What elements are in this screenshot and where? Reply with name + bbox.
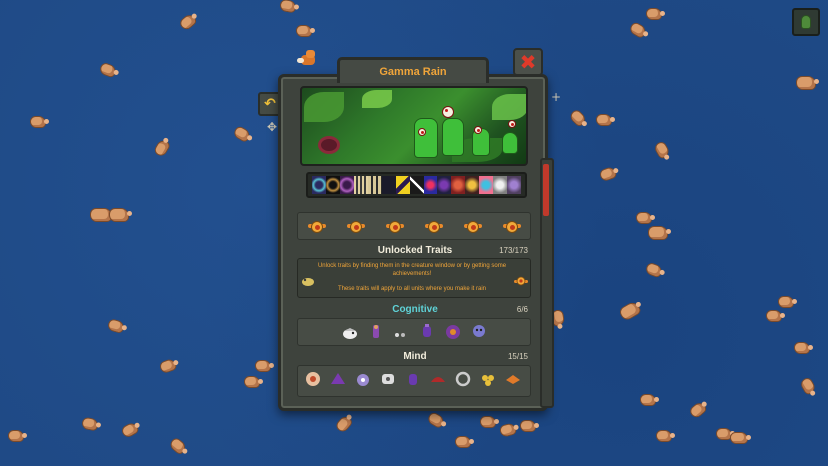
creature xyxy=(636,212,655,224)
trait-icon[interactable] xyxy=(444,322,462,340)
unlocked-traits-header: Unlocked Traits 173/173 xyxy=(300,242,530,258)
back-arrow-icon: ↶ xyxy=(264,96,276,112)
fox-decoration xyxy=(297,48,319,68)
trait-icon[interactable] xyxy=(470,322,488,340)
close-icon: ✖ xyxy=(519,50,537,74)
creature xyxy=(8,430,27,442)
unlocked-traits-count: 173/173 xyxy=(499,245,528,255)
category-count: 15/15 xyxy=(507,351,528,361)
category-title: Cognitive xyxy=(392,303,438,315)
creature xyxy=(244,376,263,388)
achievement-icon xyxy=(514,272,528,286)
trait-icon[interactable] xyxy=(454,370,472,388)
unlocked-traits-title: Unlocked Traits xyxy=(377,244,453,256)
achievement-icon[interactable] xyxy=(385,217,404,235)
achievement-icon[interactable] xyxy=(502,217,521,235)
category-title: Mind xyxy=(403,350,427,362)
creature xyxy=(796,76,819,90)
category-header-cognitive: Cognitive 6/6 xyxy=(300,301,530,317)
creature xyxy=(455,436,474,448)
trait-icon[interactable] xyxy=(341,323,359,341)
trait-icon[interactable] xyxy=(392,324,410,342)
title-tab: Gamma Rain xyxy=(337,57,489,83)
achievement-icon[interactable] xyxy=(346,217,365,235)
trait-icon[interactable] xyxy=(429,370,447,388)
achievement-icon[interactable] xyxy=(463,217,482,235)
move-icon: ✥ xyxy=(266,120,278,134)
trait-icon[interactable] xyxy=(354,370,372,388)
creature xyxy=(109,208,132,222)
add-icon: + xyxy=(550,90,562,104)
spore-icon xyxy=(801,15,811,29)
achievements-row xyxy=(297,213,531,239)
creature xyxy=(596,114,615,126)
close-button[interactable]: ✖ xyxy=(513,48,543,76)
creature xyxy=(646,8,665,20)
achievement-icon[interactable] xyxy=(307,217,326,235)
trait-icon[interactable] xyxy=(367,322,385,340)
category-count: 6/6 xyxy=(516,304,528,314)
trait-icon[interactable] xyxy=(379,370,397,388)
creature xyxy=(656,430,675,442)
creature xyxy=(30,116,49,128)
trait-icon[interactable] xyxy=(504,370,522,388)
creature xyxy=(640,394,659,406)
creature xyxy=(648,226,671,240)
cognitive-traits-panel xyxy=(297,318,531,346)
traits-info-text-2: These traits will apply to all units whe… xyxy=(337,286,487,292)
window-title: Gamma Rain xyxy=(379,65,447,78)
creature xyxy=(296,25,315,37)
trait-icon[interactable] xyxy=(418,322,436,340)
trait-icon[interactable] xyxy=(329,370,347,388)
creature xyxy=(794,342,813,354)
add-button[interactable]: + xyxy=(547,88,565,106)
category-header-mind: Mind 15/15 xyxy=(300,348,530,364)
creature xyxy=(730,432,751,444)
creature xyxy=(766,310,785,322)
scrollbar-thumb[interactable] xyxy=(543,164,549,216)
top-right-button[interactable] xyxy=(792,8,820,36)
creature xyxy=(480,416,499,428)
power-effects-strip xyxy=(306,172,527,198)
creature xyxy=(255,360,274,372)
trait-icon[interactable] xyxy=(404,370,422,388)
creature xyxy=(520,420,539,432)
achievement-icon[interactable] xyxy=(424,217,443,235)
creature xyxy=(778,296,797,308)
traits-info-text: Unlock traits by finding them in the cre… xyxy=(317,263,507,277)
trait-icon[interactable] xyxy=(304,370,322,388)
power-banner-image xyxy=(300,86,528,166)
trait-icon[interactable] xyxy=(479,370,497,388)
